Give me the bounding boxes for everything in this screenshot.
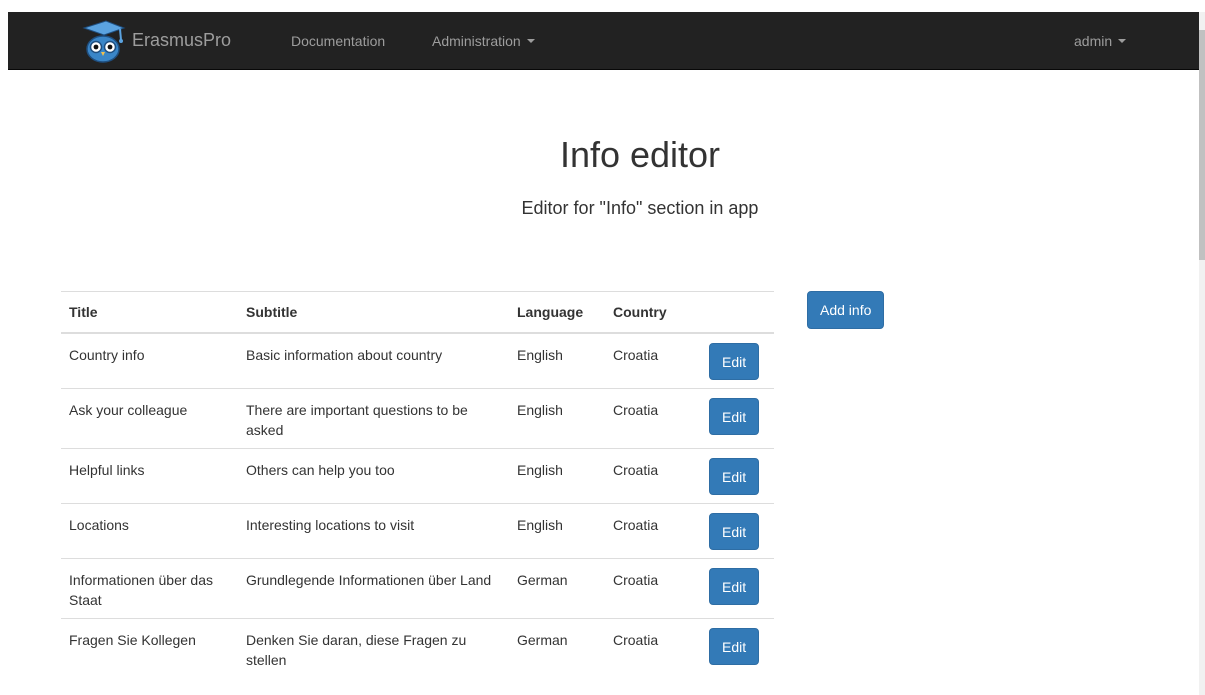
brand-link[interactable]: ErasmusPro	[80, 12, 231, 69]
caret-down-icon	[1118, 38, 1127, 43]
row-subtitle: Basic information about country	[238, 332, 509, 389]
column-header-country: Country	[605, 291, 701, 334]
edit-button[interactable]: Edit	[709, 343, 760, 380]
column-header-subtitle: Subtitle	[238, 291, 509, 334]
owl-graduation-cap-icon	[82, 19, 126, 63]
row-country: Croatia	[605, 558, 701, 619]
row-title: Helpful links	[61, 448, 238, 504]
row-actions: Edit	[701, 618, 774, 678]
table-row: Fragen Sie Kollegen Denken Sie daran, di…	[61, 618, 774, 678]
page-title: Info editor	[559, 134, 721, 175]
table-row: Locations Interesting locations to visit…	[61, 503, 774, 559]
row-title: Country info	[61, 332, 238, 389]
nav-documentation-label: Documentation	[291, 32, 386, 49]
row-actions: Edit	[701, 448, 774, 504]
row-title: Fragen Sie Kollegen	[61, 618, 238, 678]
caret-down-icon	[526, 38, 535, 43]
row-country: Croatia	[605, 332, 701, 389]
row-language: English	[509, 503, 605, 559]
table-row: Ask your colleague There are important q…	[61, 388, 774, 449]
user-name-label: admin	[1074, 32, 1113, 49]
column-header-title: Title	[61, 291, 238, 334]
nav-administration-dropdown[interactable]: Administration	[432, 12, 535, 69]
column-header-language: Language	[509, 291, 605, 334]
row-actions: Edit	[701, 388, 774, 449]
row-actions: Edit	[701, 332, 774, 389]
table-row: Informationen über das Staat Grundlegend…	[61, 558, 774, 619]
edit-button[interactable]: Edit	[709, 513, 760, 550]
row-country: Croatia	[605, 618, 701, 678]
edit-button[interactable]: Edit	[709, 458, 760, 495]
column-header-actions	[701, 291, 774, 334]
info-table: Title Subtitle Language Country Country …	[61, 291, 774, 678]
row-title: Ask your colleague	[61, 388, 238, 449]
row-title: Informationen über das Staat	[61, 558, 238, 619]
table-header-row: Title Subtitle Language Country	[61, 291, 774, 334]
edit-button[interactable]: Edit	[709, 568, 760, 605]
row-actions: Edit	[701, 558, 774, 619]
row-country: Croatia	[605, 388, 701, 449]
add-info-button[interactable]: Add info	[807, 291, 885, 329]
brand-name: ErasmusPro	[132, 30, 232, 50]
row-language: English	[509, 448, 605, 504]
edit-button[interactable]: Edit	[709, 628, 760, 665]
top-navbar: ErasmusPro Documentation Administration …	[8, 12, 1199, 70]
nav-documentation-link[interactable]: Documentation	[291, 12, 385, 69]
nav-administration-label: Administration	[432, 32, 521, 49]
row-actions: Edit	[701, 503, 774, 559]
user-menu-dropdown[interactable]: admin	[1074, 12, 1127, 69]
table-row: Country info Basic information about cou…	[61, 332, 774, 389]
row-language: German	[509, 558, 605, 619]
edit-button[interactable]: Edit	[709, 398, 760, 435]
row-country: Croatia	[605, 503, 701, 559]
row-country: Croatia	[605, 448, 701, 504]
row-subtitle: There are important questions to be aske…	[238, 388, 509, 449]
row-subtitle: Denken Sie daran, diese Fragen zu stelle…	[238, 618, 509, 678]
row-language: German	[509, 618, 605, 678]
row-language: English	[509, 332, 605, 389]
row-subtitle: Grundlegende Informationen über Land	[238, 558, 509, 619]
table-row: Helpful links Others can help you too En…	[61, 448, 774, 504]
row-language: English	[509, 388, 605, 449]
page-subtitle: Editor for "Info" section in app	[521, 198, 759, 218]
row-subtitle: Others can help you too	[238, 448, 509, 504]
row-subtitle: Interesting locations to visit	[238, 503, 509, 559]
row-title: Locations	[61, 503, 238, 559]
